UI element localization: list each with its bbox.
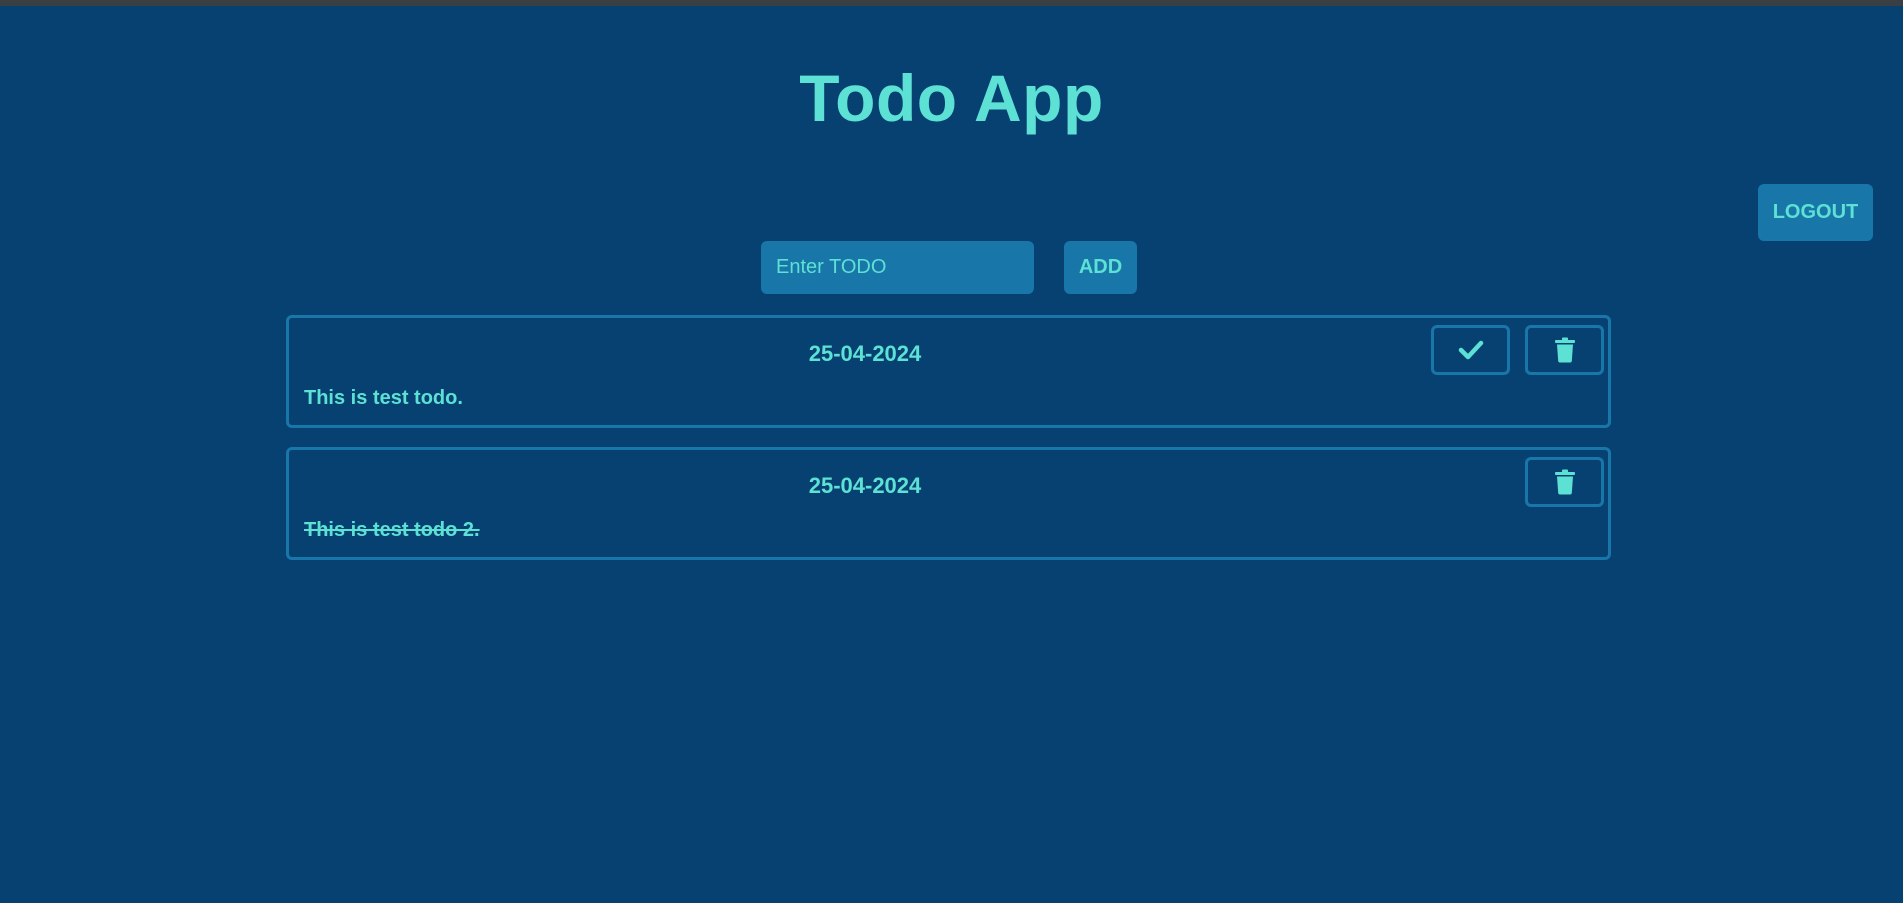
- todo-text: This is test todo 2.: [304, 519, 480, 541]
- todo-date: 25-04-2024: [808, 341, 922, 366]
- todo-card: 25-04-2024 This is test todo.: [286, 315, 1611, 428]
- page-title: Todo App: [799, 61, 1104, 135]
- browser-top-bar: [0, 0, 1903, 6]
- todo-text: This is test todo.: [304, 387, 463, 409]
- todo-date: 25-04-2024: [808, 473, 922, 498]
- todo-input[interactable]: [761, 241, 1034, 294]
- logout-button[interactable]: LOGOUT: [1758, 184, 1873, 241]
- complete-button[interactable]: [1431, 325, 1510, 375]
- delete-button[interactable]: [1525, 457, 1604, 507]
- delete-button[interactable]: [1525, 325, 1604, 375]
- todo-card: 25-04-2024 This is test todo 2.: [286, 447, 1611, 560]
- trash-icon: [1554, 469, 1576, 495]
- trash-icon: [1554, 337, 1576, 363]
- check-icon: [1458, 339, 1484, 361]
- add-button[interactable]: ADD: [1064, 241, 1137, 294]
